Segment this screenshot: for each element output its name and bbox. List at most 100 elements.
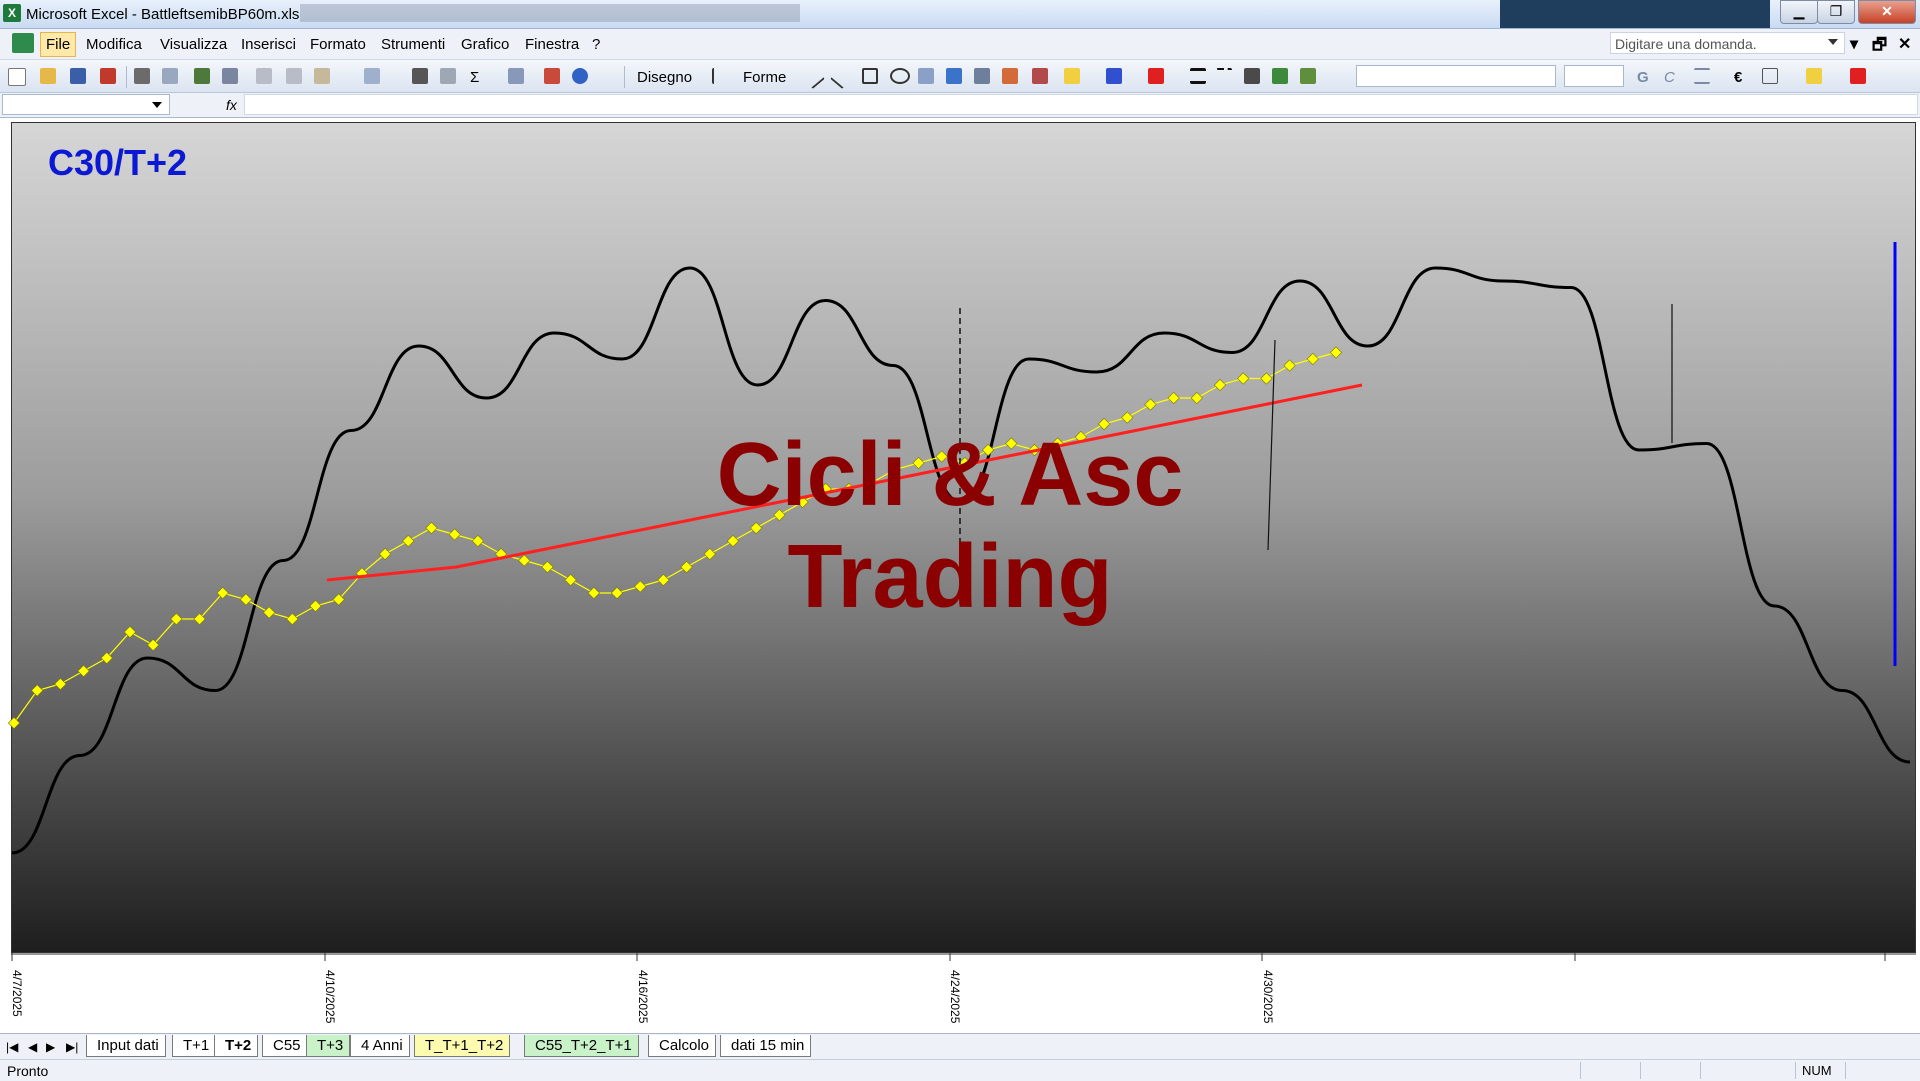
- cut-icon[interactable]: [256, 68, 272, 84]
- name-box-dropdown-icon[interactable]: [152, 102, 162, 108]
- line-icon[interactable]: [801, 64, 825, 90]
- arrow-icon[interactable]: [830, 64, 854, 90]
- mdi-restore-button[interactable]: 🗗: [1872, 34, 1887, 61]
- print-preview-icon[interactable]: [162, 68, 178, 84]
- cell-font-color-icon[interactable]: [1850, 68, 1866, 84]
- sheet-tab-input-dati[interactable]: Input dati: [86, 1035, 166, 1057]
- clipart-icon[interactable]: [1002, 68, 1018, 84]
- font-size-select[interactable]: [1564, 65, 1624, 87]
- sheet-tab-t-t1-t2[interactable]: T_T+1_T+2: [414, 1035, 511, 1057]
- arrow-style-icon[interactable]: [1244, 68, 1260, 84]
- print-icon[interactable]: [134, 68, 150, 84]
- sheet-tab-4-anni[interactable]: 4 Anni: [350, 1035, 410, 1057]
- name-box[interactable]: [2, 94, 170, 115]
- borders-icon[interactable]: [1762, 68, 1778, 84]
- chart-wizard-icon[interactable]: [412, 68, 428, 84]
- watermark-line-2: Trading: [787, 527, 1113, 627]
- drawing-menu-button[interactable]: Disegno: [637, 69, 692, 86]
- fill-color-icon[interactable]: [1064, 68, 1080, 84]
- menu-finestra[interactable]: Finestra: [525, 36, 579, 53]
- cell-fill-icon[interactable]: [1806, 68, 1822, 84]
- price-point: [1121, 411, 1134, 424]
- align-center-icon[interactable]: [1694, 68, 1710, 84]
- menu-file[interactable]: File: [40, 32, 77, 57]
- chart-icon[interactable]: [544, 68, 560, 84]
- research-icon[interactable]: [222, 68, 238, 84]
- vertical-marker-line: [1267, 339, 1276, 551]
- close-button[interactable]: ✕: [1858, 0, 1916, 24]
- mdi-close-button[interactable]: ✕: [1898, 34, 1911, 54]
- copy-icon[interactable]: [286, 68, 302, 84]
- chart-title[interactable]: C30/T+2: [48, 142, 187, 184]
- formula-bar: fx: [0, 93, 1920, 118]
- permission-icon[interactable]: [100, 68, 116, 84]
- select-objects-icon[interactable]: [712, 68, 730, 84]
- separator: [126, 66, 127, 88]
- 3d-icon[interactable]: [1300, 68, 1316, 84]
- new-icon[interactable]: [8, 68, 26, 86]
- picture-icon[interactable]: [1032, 68, 1048, 84]
- menu-help[interactable]: ?: [592, 36, 600, 53]
- menu-grafico[interactable]: Grafico: [461, 36, 509, 53]
- sheet-tab-t2[interactable]: T+2: [214, 1035, 259, 1057]
- price-point: [1306, 352, 1319, 366]
- prev-sheet-icon[interactable]: ◀: [28, 1040, 37, 1054]
- mdi-minimize-button[interactable]: ▾: [1850, 34, 1858, 54]
- menu-inserisci[interactable]: Inserisci: [241, 36, 296, 53]
- spelling-icon[interactable]: [194, 68, 210, 84]
- menu-visualizza[interactable]: Visualizza: [160, 36, 227, 53]
- line-color-icon[interactable]: [1106, 68, 1122, 84]
- autoshapes-menu-button[interactable]: Forme: [743, 69, 786, 86]
- diagram-icon[interactable]: [974, 68, 990, 84]
- watermark-text: Cicli & Asc Trading: [640, 424, 1260, 628]
- paste-icon[interactable]: [314, 68, 330, 84]
- autosum-icon[interactable]: Σ: [470, 69, 479, 86]
- oval-icon[interactable]: [890, 68, 910, 84]
- price-point: [286, 612, 299, 626]
- function-icon[interactable]: fx: [226, 97, 237, 113]
- undo-icon[interactable]: [364, 68, 380, 84]
- wordart-icon[interactable]: [946, 68, 962, 84]
- maximize-button[interactable]: ❐: [1817, 0, 1855, 24]
- sheet-tab-t1[interactable]: T+1: [172, 1035, 217, 1057]
- currency-button[interactable]: €: [1734, 69, 1742, 86]
- workbook-icon[interactable]: [12, 33, 34, 53]
- ask-question-input[interactable]: Digitare una domanda.: [1610, 32, 1845, 54]
- last-sheet-icon[interactable]: ▶|: [66, 1040, 78, 1054]
- formula-input[interactable]: [244, 94, 1918, 115]
- ask-dropdown-icon[interactable]: [1828, 39, 1838, 45]
- next-sheet-icon[interactable]: ▶: [46, 1040, 55, 1054]
- menu-bar: File Modifica Visualizza Inserisci Forma…: [0, 29, 1920, 60]
- font-color-icon[interactable]: [1148, 68, 1164, 84]
- excel-app-icon[interactable]: X: [3, 4, 21, 22]
- price-point: [425, 521, 438, 535]
- textbox-icon[interactable]: [918, 68, 934, 84]
- price-point: [239, 593, 253, 606]
- bold-button[interactable]: G: [1637, 69, 1649, 86]
- dash-style-icon[interactable]: [1216, 68, 1232, 84]
- menu-modifica[interactable]: Modifica: [86, 36, 142, 53]
- shadow-icon[interactable]: [1272, 68, 1288, 84]
- sheet-tab-bar: |◀ ◀ ▶ ▶| Input dati T+1 T+2 C55 T+3 4 A…: [0, 1033, 1920, 1059]
- sheet-tab-t3[interactable]: T+3: [306, 1035, 351, 1057]
- first-sheet-icon[interactable]: |◀: [6, 1040, 18, 1054]
- price-point: [54, 677, 67, 691]
- font-name-select[interactable]: [1356, 65, 1556, 87]
- menu-formato[interactable]: Formato: [310, 36, 366, 53]
- help-icon[interactable]: [572, 68, 588, 84]
- sheet-tab-c55-t2-t1[interactable]: C55_T+2_T+1: [524, 1035, 639, 1057]
- open-icon[interactable]: [40, 68, 56, 84]
- line-style-icon[interactable]: [1190, 68, 1206, 84]
- sheet-tab-calcolo[interactable]: Calcolo: [648, 1035, 717, 1057]
- sort-icon[interactable]: [508, 68, 524, 84]
- sheet-tab-dati-15-min[interactable]: dati 15 min: [720, 1035, 812, 1057]
- minimize-button[interactable]: ▁: [1780, 0, 1818, 24]
- rectangle-icon[interactable]: [862, 68, 878, 84]
- menu-strumenti[interactable]: Strumenti: [381, 36, 445, 53]
- chart-sheet[interactable]: C30/T+2 Cicli & Asc Trading 4/7/2025 4/1…: [0, 118, 1920, 1033]
- save-icon[interactable]: [70, 68, 86, 84]
- hyperlink-icon[interactable]: [440, 68, 456, 84]
- title-bar: X Microsoft Excel - BattleftsemibBP60m.x…: [0, 0, 1920, 29]
- italic-button[interactable]: C: [1664, 69, 1675, 86]
- sheet-tab-c55[interactable]: C55: [262, 1035, 308, 1057]
